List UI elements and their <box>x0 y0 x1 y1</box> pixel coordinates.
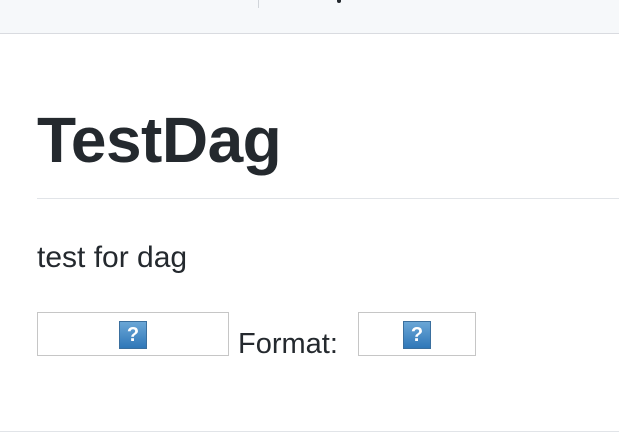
page-title: TestDag <box>37 104 282 176</box>
toolbar-divider <box>258 0 259 8</box>
bottom-divider <box>0 431 619 432</box>
toolbar-item-fragment[interactable] <box>337 0 341 3</box>
broken-format-image-badge[interactable]: ? <box>358 312 476 356</box>
missing-image-icon: ? <box>119 321 147 349</box>
broken-image-badge[interactable]: ? <box>37 312 229 356</box>
top-toolbar <box>0 0 619 34</box>
missing-image-icon: ? <box>403 321 431 349</box>
title-divider <box>37 198 619 199</box>
page-description: test for dag <box>37 241 188 274</box>
format-label: Format: <box>238 328 338 360</box>
